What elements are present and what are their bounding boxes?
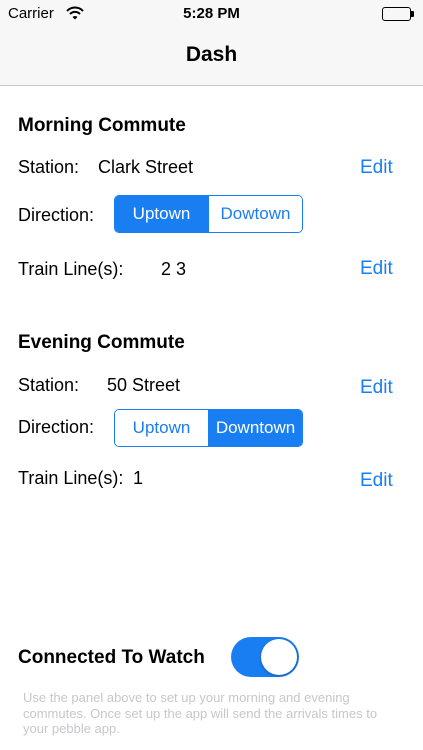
evening-station-edit-button[interactable]: Edit <box>360 377 393 399</box>
evening-station-label: Station: <box>18 375 80 395</box>
connected-to-watch-label: Connected To Watch <box>18 647 205 668</box>
evening-direction-uptown[interactable]: Uptown <box>115 410 209 446</box>
evening-lines-edit-button[interactable]: Edit <box>360 470 393 492</box>
evening-direction-downtown[interactable]: Downtown <box>209 410 302 446</box>
evening-commute-title: Evening Commute <box>18 332 185 353</box>
morning-station-label: Station: <box>18 157 80 177</box>
morning-lines-edit-button[interactable]: Edit <box>360 258 393 280</box>
navigation-bar: Dash <box>0 28 423 86</box>
connected-to-watch-toggle[interactable] <box>231 637 299 677</box>
evening-direction-label: Direction: <box>18 417 95 437</box>
morning-lines-label: Train Line(s): <box>18 259 124 279</box>
status-bar: Carrier 5:28 PM <box>0 0 423 28</box>
morning-direction-label: Direction: <box>18 205 95 225</box>
status-time: 5:28 PM <box>183 5 240 22</box>
battery-icon <box>382 7 414 21</box>
morning-station-value: Clark Street <box>98 157 194 177</box>
morning-station-edit-button[interactable]: Edit <box>360 157 393 179</box>
page-title: Dash <box>185 43 238 66</box>
morning-direction-control: Uptown Dowtown <box>114 195 303 233</box>
morning-commute-title: Morning Commute <box>18 115 186 136</box>
morning-direction-downtown[interactable]: Dowtown <box>209 196 302 232</box>
toggle-knob <box>261 639 297 675</box>
evening-lines-label: Train Line(s): <box>18 468 124 488</box>
morning-direction-uptown[interactable]: Uptown <box>115 196 209 232</box>
evening-direction-control: Uptown Downtown <box>114 409 303 447</box>
app-screen: Carrier 5:28 PM Dash Morning Commute Sta… <box>0 0 423 750</box>
evening-lines-value: 1 <box>133 468 144 488</box>
evening-station-value: 50 Street <box>107 375 181 395</box>
instructions-text: Use the panel above to set up your morni… <box>23 690 378 736</box>
morning-lines-value: 2 3 <box>161 259 187 279</box>
